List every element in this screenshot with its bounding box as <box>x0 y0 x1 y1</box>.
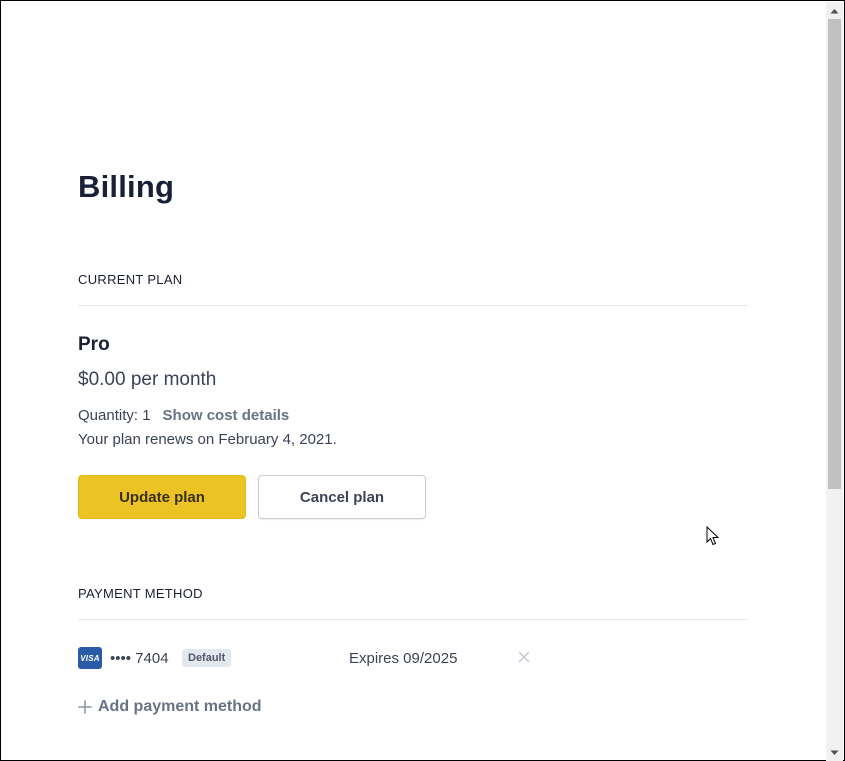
payment-method-row: VISA •••• 7404 Default Expires 09/2025 <box>78 646 748 672</box>
add-payment-method-label: Add payment method <box>98 698 262 715</box>
renewal-text: Your plan renews on February 4, 2021. <box>78 431 337 448</box>
vertical-scrollbar[interactable] <box>826 2 843 761</box>
current-plan-heading: CURRENT PLAN <box>78 272 183 287</box>
current-plan-divider <box>78 305 748 306</box>
cancel-plan-button[interactable]: Cancel plan <box>258 475 426 519</box>
card-number: •••• 7404 <box>110 650 169 667</box>
show-cost-details-link[interactable]: Show cost details <box>163 407 290 424</box>
update-plan-button[interactable]: Update plan <box>78 475 246 519</box>
scroll-down-icon[interactable] <box>826 744 843 761</box>
plus-icon <box>78 700 92 714</box>
visa-card-icon: VISA <box>78 647 102 669</box>
billing-window: Billing CURRENT PLAN Pro $0.00 per month… <box>0 0 845 761</box>
scroll-up-icon[interactable] <box>826 2 843 19</box>
add-payment-method-link[interactable]: Add payment method <box>78 698 262 716</box>
scrollbar-thumb[interactable] <box>828 19 841 489</box>
close-icon[interactable] <box>516 649 532 665</box>
card-expiry: Expires 09/2025 <box>349 650 458 667</box>
plan-price: $0.00 per month <box>78 369 217 390</box>
mouse-pointer-icon <box>706 525 720 546</box>
payment-method-heading: PAYMENT METHOD <box>78 586 203 601</box>
payment-method-divider <box>78 619 748 620</box>
quantity-text: Quantity: 1 <box>78 407 151 424</box>
page-title: Billing <box>78 169 175 204</box>
plan-name: Pro <box>78 334 110 355</box>
quantity-line: Quantity: 1 Show cost details <box>78 407 289 424</box>
default-badge: Default <box>182 649 232 667</box>
